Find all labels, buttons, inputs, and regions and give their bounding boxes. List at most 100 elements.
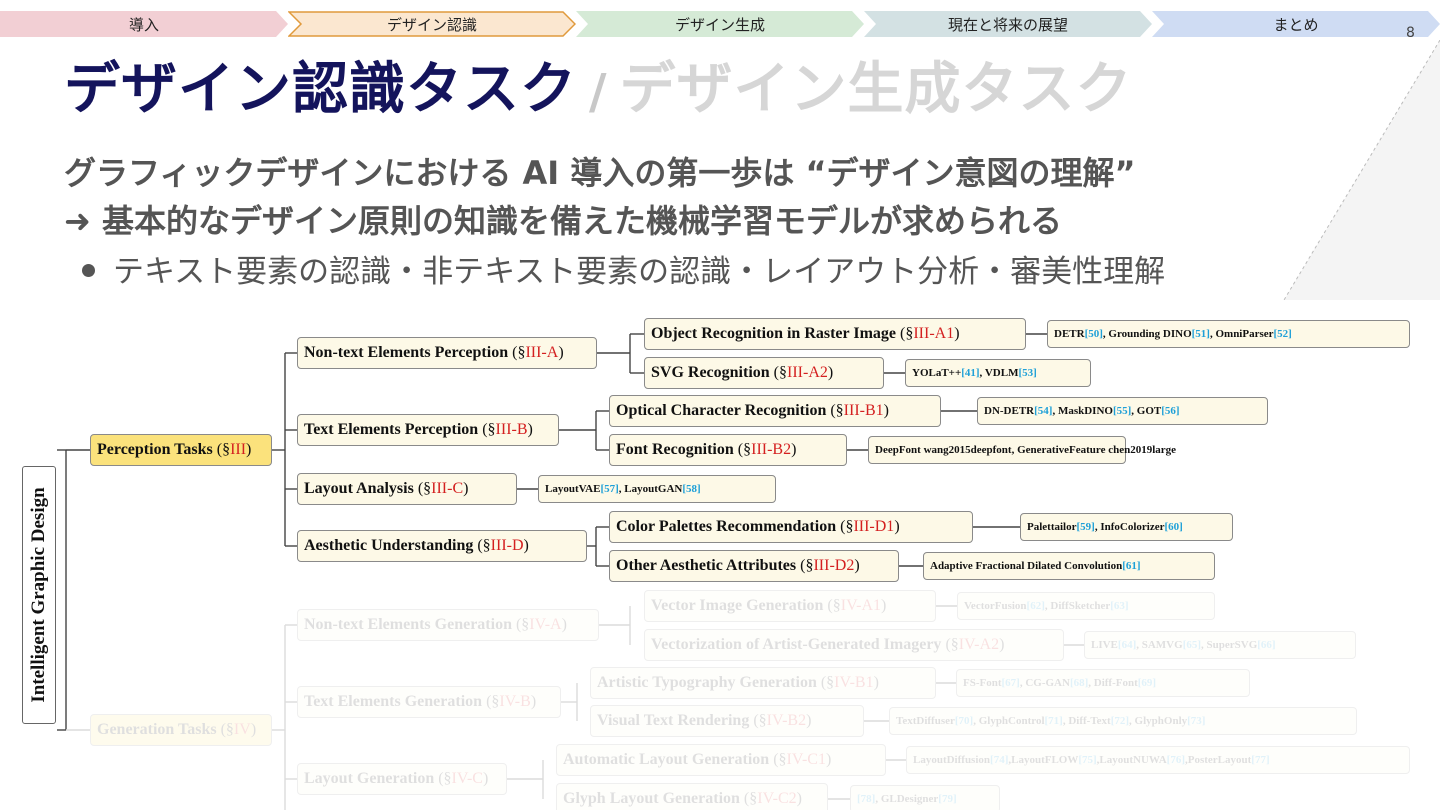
section-open: (§ xyxy=(477,537,491,554)
reference-text: , Diff-Font xyxy=(1088,677,1138,689)
perception-category-1-label: Non-text Elements Perception xyxy=(304,344,513,361)
perception-reference-7: Adaptive Fractional Dilated Convolution … xyxy=(923,552,1215,580)
perception-subtask-5: Color Palettes Recommendation (§ III-D1) xyxy=(609,511,973,543)
tab-intro-label: 導入 xyxy=(128,15,159,34)
citation: [52] xyxy=(1273,328,1292,340)
section-ref: IV-B xyxy=(499,693,531,710)
generation-category-3: Layout Generation (§ IV-C) xyxy=(297,763,507,795)
reference-text: , SuperSVG xyxy=(1201,639,1258,651)
citation: [56] xyxy=(1161,405,1180,417)
section-close: ) xyxy=(796,790,802,807)
perception-subtask-5-label: Color Palettes Recommendation xyxy=(616,518,841,535)
perception-subtask-3: Optical Character Recognition (§ III-B1) xyxy=(609,395,941,427)
section-close: ) xyxy=(825,751,832,768)
reference-text: , Grounding DINO xyxy=(1102,328,1192,340)
tab-intro[interactable]: 導入 xyxy=(0,11,288,37)
tab-design-perception[interactable]: デザイン認識 xyxy=(288,11,576,37)
generation-category-3-label: Layout Generation xyxy=(304,770,439,787)
section-open: (§ xyxy=(773,751,787,768)
section-close: ) xyxy=(523,537,529,554)
subtitle-line-2: ➜ 基本的なデザイン原則の知識を備えた機械学習モデルが求められる xyxy=(64,202,1062,240)
section-open: (§ xyxy=(800,557,814,574)
tab-outlook-label: 現在と将来の展望 xyxy=(947,15,1068,34)
reference-text: , GLDesigner xyxy=(875,793,939,805)
reference-text: , VDLM xyxy=(979,367,1019,379)
page-number: 8 xyxy=(1406,25,1415,41)
citation: [41] xyxy=(961,367,980,379)
tab-design-generation[interactable]: デザイン生成 xyxy=(576,11,864,37)
reference-text: , DiffSketcher xyxy=(1044,600,1111,612)
section-ref: III xyxy=(230,441,247,458)
section-ref: IV-A1 xyxy=(840,597,882,614)
section-open: (§ xyxy=(515,616,530,633)
section-close: ) xyxy=(894,518,900,535)
citation: [61] xyxy=(1122,560,1141,572)
reference-text: , OmniParser xyxy=(1209,328,1274,340)
perception-category-4-label: Aesthetic Understanding xyxy=(304,537,478,554)
perception-subtask-4: Font Recognition (§ III-B2) xyxy=(609,434,847,466)
reference-text: LayoutDiffusion xyxy=(913,754,991,766)
generation-subtask-4: Visual Text Rendering (§ IV-B2) xyxy=(590,705,864,737)
section-close: ) xyxy=(246,441,252,458)
section-open: (§ xyxy=(840,518,854,535)
reference-text: DN-DETR xyxy=(984,405,1035,417)
section-ref: IV-B2 xyxy=(766,712,807,729)
section-ref: IV-A xyxy=(529,616,562,633)
section-open: (§ xyxy=(417,480,432,497)
tab-summary[interactable]: まとめ xyxy=(1152,11,1440,37)
reference-text: , CG-GAN xyxy=(1019,677,1070,689)
citation: [58] xyxy=(682,483,701,495)
tab-outlook[interactable]: 現在と将来の展望 xyxy=(864,11,1152,37)
generation-subtask-3-label: Artistic Typography Generation xyxy=(597,674,821,691)
section-open: (§ xyxy=(486,693,500,710)
bullet-dot-icon xyxy=(82,264,95,277)
citation: [51] xyxy=(1191,328,1210,340)
citation: [50] xyxy=(1084,328,1103,340)
perception-subtask-1: Object Recognition in Raster Image (§ III… xyxy=(644,318,1026,350)
generation-subtask-1: Vector Image Generation (§ IV-A1) xyxy=(644,590,936,622)
title-inactive: デザイン生成タスク xyxy=(619,57,1133,122)
citation: [69] xyxy=(1137,677,1157,689)
perception-subtask-2: SVG Recognition (§ III-A2) xyxy=(644,357,884,389)
generation-subtask-6-label: Glyph Layout Generation xyxy=(563,790,744,807)
section-open: (§ xyxy=(220,721,234,738)
generation-reference-1: VectorFusion [62], DiffSketcher [63] xyxy=(957,592,1215,620)
generation-subtask-5-label: Automatic Layout Generation xyxy=(563,751,774,768)
citation: [53] xyxy=(1018,367,1037,379)
citation: [78] xyxy=(857,793,876,805)
page-title: デザイン認識タスク / デザイン生成タスク xyxy=(64,44,1133,125)
section-open: (§ xyxy=(512,344,526,361)
reference-text: YOLaT++ xyxy=(912,367,962,379)
section-open: (§ xyxy=(773,364,787,381)
section-close: ) xyxy=(250,721,257,738)
perception-tasks-box-label: Perception Tasks xyxy=(97,441,217,458)
section-ref: III-A2 xyxy=(787,364,828,381)
perception-reference-5: LayoutVAE [57], LayoutGAN [58] xyxy=(538,475,776,503)
section-open: (§ xyxy=(820,674,835,691)
section-ref: IV-A2 xyxy=(958,636,1000,653)
section-open: (§ xyxy=(482,421,496,438)
section-open: (§ xyxy=(945,636,959,653)
generation-tasks-box: Generation Tasks (§ IV) xyxy=(90,714,272,746)
section-close: ) xyxy=(527,421,533,438)
citation: [75] xyxy=(1078,754,1097,766)
subtitle-line-1: グラフィックデザインにおける AI 導入の第一歩は “デザイン意図の理解” xyxy=(64,154,1136,192)
reference-text: , Diff-Text xyxy=(1062,715,1111,727)
generation-reference-4: TextDiffuser [70], GlyphControl [71], Di… xyxy=(889,707,1357,735)
section-close: ) xyxy=(854,557,860,574)
section-open: (§ xyxy=(743,790,758,807)
citation: [59] xyxy=(1076,521,1095,533)
citation: [73] xyxy=(1187,715,1206,727)
perception-subtask-3-label: Optical Character Recognition xyxy=(616,402,831,419)
reference-text: , GlyphControl xyxy=(973,715,1045,727)
reference-text: , GOT xyxy=(1131,405,1162,417)
perception-subtask-6: Other Aesthetic Attributes (§ III-D2) xyxy=(609,550,899,582)
generation-subtask-3: Artistic Typography Generation (§ IV-B1) xyxy=(590,667,936,699)
title-active: デザイン認識タスク xyxy=(64,57,577,122)
section-close: ) xyxy=(791,441,797,458)
section-ref: III-B1 xyxy=(843,402,884,419)
citation: [74] xyxy=(990,754,1009,766)
section-ref: III-B2 xyxy=(751,441,792,458)
section-ref: IV-C xyxy=(451,770,483,787)
taxonomy-tree: Intelligent Graphic Design Perception Ta… xyxy=(0,300,1440,810)
